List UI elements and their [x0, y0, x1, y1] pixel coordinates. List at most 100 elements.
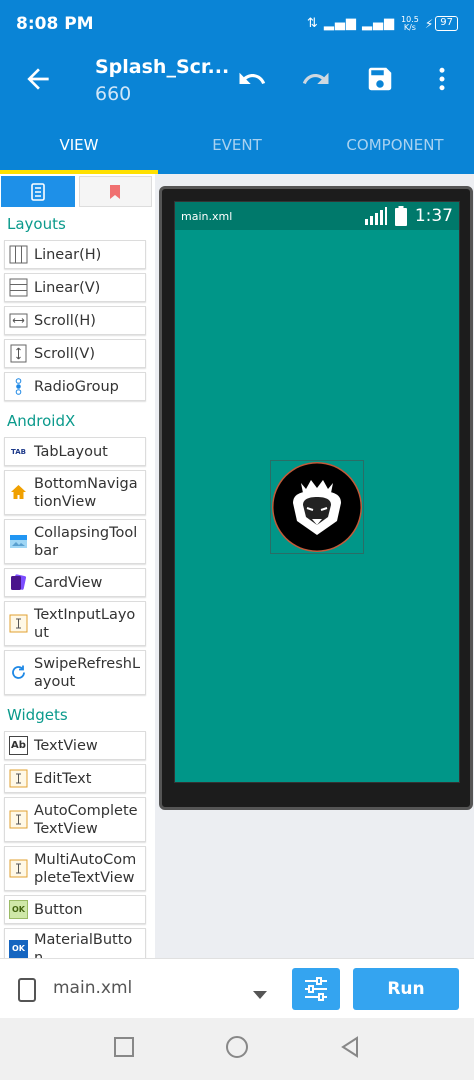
palette-tab-widgets[interactable]	[1, 176, 75, 207]
autocomplete-icon	[9, 810, 28, 829]
palette-item-multiautocompletetextview[interactable]: MultiAutoCompleteTextView	[4, 846, 146, 891]
text-input-icon	[9, 614, 28, 633]
palette-tabs	[0, 174, 155, 208]
palette-item-label: Scroll(V)	[34, 345, 95, 362]
palette-item-materialbutton[interactable]: OK MaterialButton	[4, 928, 146, 958]
scroll-v-icon	[9, 344, 28, 363]
battery-icon: ⚡ 97	[425, 16, 458, 31]
palette-item-autocompletetextview[interactable]: AutoCompleteTextView	[4, 797, 146, 842]
speed-unit: K/s	[403, 22, 416, 32]
palette-item-bottomnavigationview[interactable]: BottomNavigationView	[4, 470, 146, 515]
palette-item-radiogroup[interactable]: RadioGroup	[4, 372, 146, 401]
palette-item-label: RadioGroup	[34, 378, 119, 395]
current-file-name[interactable]: main.xml	[53, 978, 132, 998]
back-triangle-icon[interactable]	[339, 1036, 361, 1062]
linear-v-icon	[9, 278, 28, 297]
signal-icon: ⇅ ▂▄▆ ▂▄▆	[306, 16, 396, 31]
cardview-icon	[9, 573, 28, 592]
palette-item-textinputlayout[interactable]: TextInputLayout	[4, 601, 146, 646]
palette-item-label: TextInputLayout	[34, 606, 136, 641]
system-nav-bar	[0, 1018, 474, 1080]
project-id: 660	[95, 83, 132, 105]
palette-item-label: TabLayout	[34, 443, 108, 460]
design-canvas[interactable]: main.xml 1:37	[155, 174, 474, 958]
back-arrow-icon[interactable]	[22, 63, 54, 95]
palette-item-linear-v[interactable]: Linear(V)	[4, 273, 146, 302]
section-androidx: AndroidX	[7, 412, 76, 430]
bottom-bar: main.xml Run	[0, 958, 474, 1018]
radiogroup-icon	[9, 377, 28, 396]
palette-item-label: EditText	[34, 770, 92, 787]
tab-view[interactable]: VIEW	[0, 115, 158, 174]
status-bar: 8:08 PM ⇅ ▂▄▆ ▂▄▆ 10.5 K/s ⚡ 97	[0, 0, 474, 47]
undo-icon[interactable]	[234, 61, 270, 97]
palette-item-collapsingtoolbar[interactable]: CollapsingToolbar	[4, 519, 146, 564]
palette-item-label: Linear(H)	[34, 246, 102, 263]
tab-component[interactable]: COMPONENT	[316, 115, 474, 174]
palette-item-label: Scroll(H)	[34, 312, 96, 329]
lion-logo-icon	[272, 462, 362, 552]
redo-icon[interactable]	[298, 61, 334, 97]
more-vert-icon[interactable]	[424, 61, 460, 97]
app-toolbar: Splash_Scr... 660	[0, 47, 474, 115]
home-icon	[9, 483, 28, 502]
phone-outline-icon	[18, 978, 36, 1006]
palette-item-label: BottomNavigationView	[34, 475, 138, 510]
preview-screen[interactable]: main.xml 1:37	[174, 201, 460, 783]
edittext-icon	[9, 769, 28, 788]
textview-icon: Ab	[9, 736, 28, 755]
palette-item-tablayout[interactable]: TAB TabLayout	[4, 437, 146, 466]
section-layouts: Layouts	[7, 215, 66, 233]
dropdown-arrow-icon[interactable]	[253, 984, 267, 1003]
preview-status-right: 1:37	[364, 206, 453, 226]
scroll-h-icon	[9, 311, 28, 330]
ok-icon-text: OK	[12, 904, 25, 914]
home-circle-icon[interactable]	[225, 1035, 249, 1063]
palette-item-label: CardView	[34, 574, 103, 591]
ok-icon-text: OK	[12, 944, 25, 953]
status-icons: ⇅ ▂▄▆ ▂▄▆ 10.5 K/s ⚡ 97	[306, 15, 458, 32]
palette-item-linear-h[interactable]: Linear(H)	[4, 240, 146, 269]
palette-item-label: SwipeRefreshLayout	[34, 655, 141, 690]
palette-item-textview[interactable]: Ab TextView	[4, 731, 146, 760]
recents-icon[interactable]	[113, 1036, 135, 1062]
project-title: Splash_Scr...	[95, 56, 230, 78]
palette-item-label: Linear(V)	[34, 279, 101, 296]
palette-item-button[interactable]: OK Button	[4, 895, 146, 924]
collapsing-toolbar-icon	[9, 532, 28, 551]
editor-tabs: VIEW EVENT COMPONENT	[0, 115, 474, 174]
material-button-icon: OK	[9, 939, 28, 958]
preview-battery-icon	[394, 206, 407, 226]
palette-item-label: Button	[34, 901, 83, 918]
palette-item-scroll-h[interactable]: Scroll(H)	[4, 306, 146, 335]
palette-item-label: CollapsingToolbar	[34, 524, 138, 559]
widget-palette[interactable]: Layouts Linear(H) Linear(V) Scroll(H) Sc…	[0, 174, 155, 958]
tab-icon-text: TAB	[11, 447, 26, 456]
tab-event[interactable]: EVENT	[158, 115, 316, 174]
refresh-icon	[9, 663, 28, 682]
device-frame: main.xml 1:37	[159, 186, 473, 810]
palette-item-cardview[interactable]: CardView	[4, 568, 146, 597]
preview-signal-icon	[364, 207, 387, 225]
splash-logo[interactable]	[270, 460, 364, 554]
palette-item-swiperefreshlayout[interactable]: SwipeRefreshLayout	[4, 650, 146, 695]
palette-item-scroll-v[interactable]: Scroll(V)	[4, 339, 146, 368]
properties-button[interactable]	[292, 968, 340, 1010]
linear-h-icon	[9, 245, 28, 264]
palette-item-edittext[interactable]: EditText	[4, 764, 146, 793]
palette-item-label: AutoCompleteTextView	[34, 802, 138, 837]
tablayout-icon: TAB	[9, 442, 28, 461]
palette-item-label: MultiAutoCompleteTextView	[34, 851, 137, 886]
tune-icon	[305, 977, 327, 1001]
network-speed: 10.5 K/s	[401, 15, 419, 32]
battery-level: 97	[435, 16, 458, 31]
palette-tab-bookmarks[interactable]	[78, 176, 152, 207]
run-button[interactable]: Run	[353, 968, 459, 1010]
preview-file-name: main.xml	[181, 209, 233, 223]
multi-autocomplete-icon	[9, 859, 28, 878]
save-icon[interactable]	[362, 61, 398, 97]
status-time: 8:08 PM	[16, 13, 94, 34]
bookmark-icon	[110, 184, 121, 199]
palette-item-label: MaterialButton	[34, 932, 133, 958]
section-widgets: Widgets	[7, 706, 68, 724]
